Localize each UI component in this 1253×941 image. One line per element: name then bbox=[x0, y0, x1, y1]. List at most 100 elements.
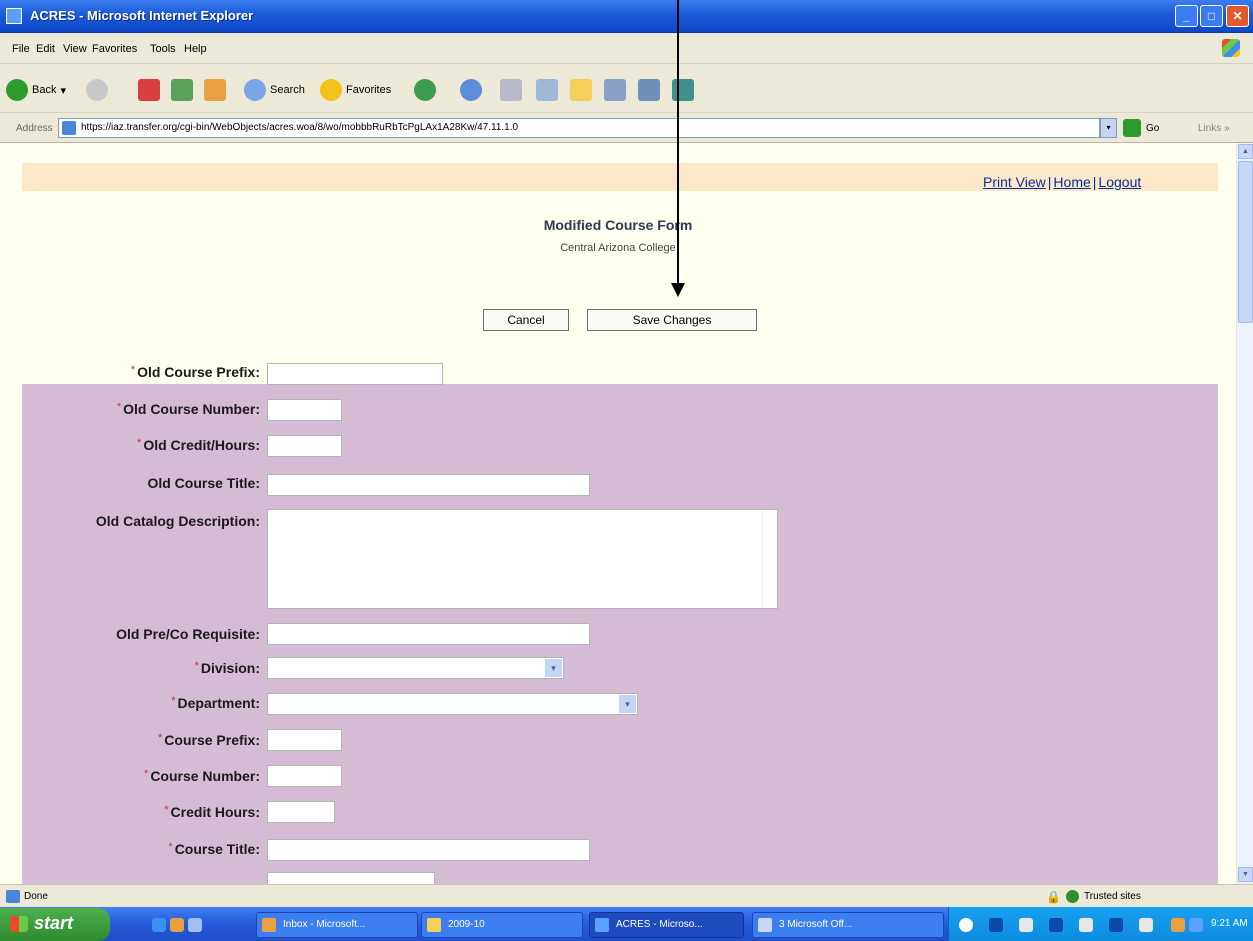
back-button[interactable]: Back ▾ bbox=[6, 79, 66, 101]
scroll-down-arrow[interactable]: ▼ bbox=[1238, 867, 1253, 882]
links-label: Links bbox=[1198, 123, 1222, 134]
label-text: Old Course Title: bbox=[147, 475, 260, 491]
textarea-scrollbar[interactable] bbox=[762, 510, 777, 608]
research-button[interactable] bbox=[604, 79, 630, 101]
old-credit-hours-input[interactable] bbox=[267, 435, 342, 457]
menu-help[interactable]: Help bbox=[184, 43, 207, 55]
close-button[interactable]: ✕ bbox=[1226, 5, 1249, 27]
clock[interactable]: 9:21 AM bbox=[1211, 918, 1248, 929]
logout-link[interactable]: Logout bbox=[1098, 174, 1141, 190]
go-button[interactable]: Go bbox=[1123, 119, 1159, 137]
course-title-input[interactable] bbox=[267, 839, 590, 861]
course-prefix-label: * Course Prefix: bbox=[20, 732, 260, 748]
home-link[interactable]: Home bbox=[1053, 174, 1090, 190]
minimize-button[interactable]: _ bbox=[1175, 5, 1198, 27]
window-titlebar[interactable]: ACRES - Microsoft Internet Explorer _ □ … bbox=[0, 0, 1253, 33]
history-icon bbox=[414, 79, 436, 101]
task-folder[interactable]: 2009-10 bbox=[421, 912, 583, 938]
course-prefix-input[interactable] bbox=[267, 729, 342, 751]
old-course-title-input[interactable] bbox=[267, 474, 590, 496]
division-select[interactable]: ▾ bbox=[267, 657, 564, 679]
address-input[interactable]: https://iaz.transfer.org/cgi-bin/WebObje… bbox=[58, 118, 1100, 138]
old-course-number-label: * Old Course Number: bbox=[20, 401, 260, 417]
history-button[interactable] bbox=[414, 79, 440, 101]
search-button[interactable]: Search bbox=[244, 79, 305, 101]
links-toolbar[interactable]: Links » bbox=[1198, 123, 1230, 134]
maximize-button[interactable]: □ bbox=[1200, 5, 1223, 27]
tray-icon[interactable] bbox=[959, 918, 973, 932]
required-marker: * bbox=[168, 841, 173, 853]
tray-icon[interactable] bbox=[1189, 918, 1203, 932]
task-office[interactable]: 3 Microsoft Off... bbox=[752, 912, 944, 938]
old-course-prefix-label: * Old Course Prefix: bbox=[20, 364, 260, 380]
old-catalog-description-textarea[interactable] bbox=[267, 509, 778, 609]
security-zone[interactable]: Trusted sites bbox=[1084, 891, 1141, 902]
label-text: Division: bbox=[200, 660, 260, 676]
save-changes-button[interactable]: Save Changes bbox=[587, 309, 757, 331]
people-button[interactable] bbox=[672, 79, 698, 101]
task-label: 3 Microsoft Off... bbox=[779, 919, 853, 930]
next-field-input[interactable] bbox=[267, 872, 435, 884]
quicklaunch-outlook-icon[interactable] bbox=[170, 918, 184, 932]
task-inbox[interactable]: Inbox - Microsoft... bbox=[256, 912, 418, 938]
course-number-input[interactable] bbox=[267, 765, 342, 787]
old-course-prefix-input[interactable] bbox=[267, 363, 443, 385]
quicklaunch-ie-icon[interactable] bbox=[152, 918, 166, 932]
menu-file[interactable]: File bbox=[12, 43, 30, 55]
tray-icon[interactable] bbox=[1019, 918, 1033, 932]
cancel-button[interactable]: Cancel bbox=[483, 309, 569, 331]
scroll-thumb[interactable] bbox=[1238, 161, 1253, 323]
label-text: Credit Hours: bbox=[170, 804, 260, 820]
tray-icon[interactable] bbox=[1049, 918, 1063, 932]
required-marker: * bbox=[116, 401, 122, 413]
system-tray: 9:21 AM bbox=[948, 907, 1253, 941]
task-acres[interactable]: ACRES - Microso... bbox=[589, 912, 744, 938]
ie-app-icon bbox=[6, 8, 22, 24]
home-button[interactable] bbox=[204, 79, 230, 101]
quicklaunch-desktop-icon[interactable] bbox=[188, 918, 202, 932]
tray-icon[interactable] bbox=[1171, 918, 1185, 932]
favorites-button[interactable]: Favorites bbox=[320, 79, 391, 101]
office-icon bbox=[758, 918, 772, 932]
folder-button[interactable] bbox=[570, 79, 596, 101]
tray-icon[interactable] bbox=[1139, 918, 1153, 932]
mail-button[interactable] bbox=[460, 79, 486, 101]
link-separator: | bbox=[1092, 174, 1097, 190]
quicklaunch-expand-icon[interactable] bbox=[208, 916, 216, 926]
forward-button[interactable] bbox=[86, 79, 112, 101]
tray-icon[interactable] bbox=[1109, 918, 1123, 932]
lock-icon[interactable]: 🔒 bbox=[1046, 890, 1061, 904]
links-chevron-icon[interactable]: » bbox=[1224, 123, 1230, 134]
tray-icon[interactable] bbox=[989, 918, 1003, 932]
label-text: Course Number: bbox=[150, 768, 260, 784]
messenger-button[interactable] bbox=[638, 79, 664, 101]
menu-tools[interactable]: Tools bbox=[150, 43, 176, 55]
back-dropdown-icon[interactable]: ▾ bbox=[60, 84, 66, 97]
print-view-link[interactable]: Print View bbox=[983, 174, 1046, 190]
department-select[interactable]: ▾ bbox=[267, 693, 638, 715]
old-course-number-input[interactable] bbox=[267, 399, 342, 421]
annotation-arrow-line bbox=[677, 0, 679, 285]
stop-button[interactable] bbox=[138, 79, 164, 101]
print-button[interactable] bbox=[500, 79, 526, 101]
scroll-up-arrow[interactable]: ▲ bbox=[1238, 144, 1253, 159]
label-text: Old Credit/Hours: bbox=[143, 437, 260, 453]
link-separator: | bbox=[1047, 174, 1052, 190]
old-pre-co-requisite-input[interactable] bbox=[267, 623, 590, 645]
edit-button[interactable] bbox=[536, 79, 562, 101]
address-dropdown-button[interactable]: ▾ bbox=[1100, 118, 1117, 138]
page-scrollbar[interactable]: ▲ ▼ bbox=[1236, 143, 1253, 884]
refresh-button[interactable] bbox=[171, 79, 197, 101]
menu-edit[interactable]: Edit bbox=[36, 43, 55, 55]
tray-icon[interactable] bbox=[1079, 918, 1093, 932]
credit-hours-input[interactable] bbox=[267, 801, 335, 823]
chevron-down-icon[interactable]: ▾ bbox=[619, 695, 636, 713]
outlook-icon bbox=[262, 918, 276, 932]
start-button[interactable]: start bbox=[0, 908, 110, 941]
task-label: 2009-10 bbox=[448, 919, 485, 930]
menu-favorites[interactable]: Favorites bbox=[92, 43, 137, 55]
favorites-label: Favorites bbox=[346, 84, 392, 96]
chevron-down-icon[interactable]: ▾ bbox=[545, 659, 562, 677]
menu-view[interactable]: View bbox=[63, 43, 87, 55]
course-number-label: * Course Number: bbox=[20, 768, 260, 784]
